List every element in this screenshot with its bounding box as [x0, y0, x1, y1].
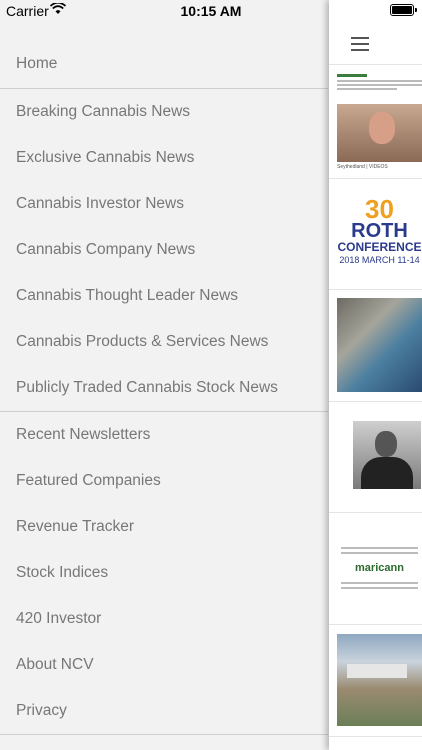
divider: [329, 401, 422, 402]
side-menu: Home Breaking Cannabis News Exclusive Ca…: [0, 40, 328, 735]
roth-conference-thumbnail[interactable]: 30 ROTH CONFERENCE 2018 MARCH 11-14: [337, 196, 422, 270]
menu-item-privacy[interactable]: Privacy: [0, 688, 328, 734]
article-thumbnail[interactable]: [353, 421, 421, 489]
person-image: [375, 431, 397, 457]
menu-item-breaking-news[interactable]: Breaking Cannabis News: [0, 89, 328, 135]
person-image: [369, 112, 395, 144]
menu-group-more: Recent Newsletters Featured Companies Re…: [0, 412, 328, 734]
divider: [0, 734, 328, 735]
divider: [329, 64, 422, 65]
article-thumb-header: [337, 74, 422, 90]
thumbnail-caption: Seythedland | VIDEOS: [337, 164, 388, 170]
article-thumbnail[interactable]: [337, 298, 422, 392]
battery-icon: [390, 4, 417, 16]
divider: [329, 736, 422, 737]
status-bar: Carrier 10:15 AM: [0, 0, 422, 22]
article-thumbnail[interactable]: [337, 634, 422, 726]
maricann-logo-text: maricann: [355, 562, 404, 574]
menu-group-news: Breaking Cannabis News Exclusive Cannabi…: [0, 89, 328, 411]
menu-item-recent-newsletters[interactable]: Recent Newsletters: [0, 412, 328, 458]
menu-item-home[interactable]: Home: [0, 40, 328, 88]
clock: 10:15 AM: [180, 3, 242, 19]
menu-item-420-investor[interactable]: 420 Investor: [0, 596, 328, 642]
content-panel[interactable]: Seythedland | VIDEOS 30 ROTH CONFERENCE …: [329, 0, 422, 750]
divider: [329, 512, 422, 513]
menu-item-publicly-traded-news[interactable]: Publicly Traded Cannabis Stock News: [0, 365, 328, 411]
menu-item-thought-leader-news[interactable]: Cannabis Thought Leader News: [0, 273, 328, 319]
menu-item-about-ncv[interactable]: About NCV: [0, 642, 328, 688]
roth-logo-text: ROTH: [351, 220, 408, 242]
hamburger-menu-icon[interactable]: [351, 37, 369, 55]
divider: [329, 289, 422, 290]
menu-item-company-news[interactable]: Cannabis Company News: [0, 227, 328, 273]
menu-item-exclusive-news[interactable]: Exclusive Cannabis News: [0, 135, 328, 181]
roth-conference-label: CONFERENCE: [337, 240, 422, 254]
divider: [329, 624, 422, 625]
menu-item-investor-news[interactable]: Cannabis Investor News: [0, 181, 328, 227]
menu-item-products-services-news[interactable]: Cannabis Products & Services News: [0, 319, 328, 365]
article-thumbnail[interactable]: maricann: [337, 544, 422, 604]
menu-item-stock-indices[interactable]: Stock Indices: [0, 550, 328, 596]
roth-anniversary-number: 30: [365, 196, 394, 224]
menu-item-featured-companies[interactable]: Featured Companies: [0, 458, 328, 504]
divider: [329, 178, 422, 179]
menu-item-revenue-tracker[interactable]: Revenue Tracker: [0, 504, 328, 550]
article-thumbnail[interactable]: [337, 104, 422, 162]
roth-date-label: 2018 MARCH 11-14: [339, 255, 420, 265]
